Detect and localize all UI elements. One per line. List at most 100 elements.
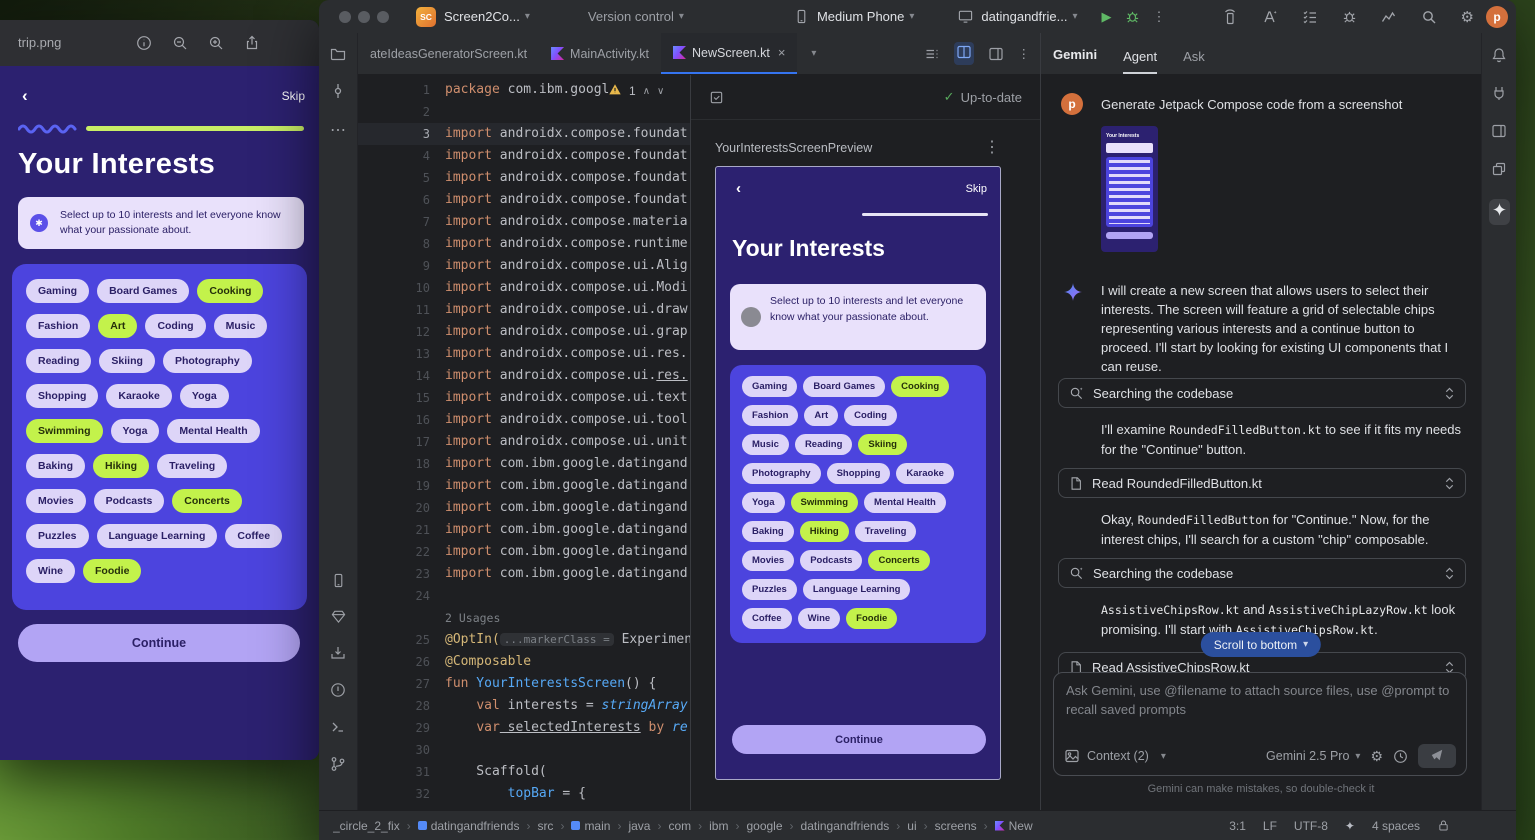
zoom-out-icon[interactable] xyxy=(172,35,188,51)
interest-chip[interactable]: Wine xyxy=(798,608,841,629)
code-line[interactable]: 26@Composable xyxy=(358,651,690,673)
interest-chip[interactable]: Gaming xyxy=(742,376,797,397)
indent-setting[interactable]: 4 spaces xyxy=(1372,819,1420,833)
send-button[interactable] xyxy=(1418,744,1456,768)
tab-dateideasgeneratorscreen[interactable]: ateIdeasGeneratorScreen.kt xyxy=(358,33,539,74)
zoom-in-icon[interactable] xyxy=(208,35,224,51)
code-line[interactable]: 2 xyxy=(358,101,690,123)
interest-chip[interactable]: Board Games xyxy=(803,376,885,397)
code-line[interactable]: 19import com.ibm.google.datingand xyxy=(358,475,690,497)
code-line[interactable]: 6import androidx.compose.foundat xyxy=(358,189,690,211)
preview-menu-icon[interactable]: ⋮ xyxy=(984,137,1000,157)
code-line[interactable]: 22import com.ibm.google.datingand xyxy=(358,541,690,563)
next-problem-icon[interactable]: ∨ xyxy=(657,86,664,97)
interest-chip[interactable]: Hiking xyxy=(800,521,849,542)
interest-chip[interactable]: Traveling xyxy=(855,521,917,542)
search-everywhere-icon[interactable] xyxy=(1421,9,1437,25)
prev-problem-icon[interactable]: ∧ xyxy=(643,86,650,97)
minimize-button[interactable] xyxy=(358,11,370,23)
code-line[interactable]: 13import androidx.compose.ui.res. xyxy=(358,343,690,365)
device-selector[interactable]: Medium Phone xyxy=(817,9,904,24)
interest-chip[interactable]: Karaoke xyxy=(896,463,954,484)
app-insights-icon[interactable] xyxy=(1342,9,1357,24)
notifications-bell-icon[interactable] xyxy=(1491,47,1507,63)
problems-icon[interactable] xyxy=(330,682,346,698)
interest-chip[interactable]: Swimming xyxy=(791,492,859,513)
interest-chip[interactable]: Foodie xyxy=(846,608,897,629)
tab-newscreen[interactable]: NewScreen.kt × xyxy=(661,33,797,74)
code-line[interactable]: 3import androidx.compose.foundat xyxy=(358,123,690,145)
interest-chip[interactable]: Photography xyxy=(742,463,821,484)
code-line[interactable]: 16import androidx.compose.ui.tool xyxy=(358,409,690,431)
breadcrumb-item[interactable]: com xyxy=(668,819,691,833)
interest-chip[interactable]: Music xyxy=(742,434,789,455)
code-line[interactable]: 24 xyxy=(358,585,690,607)
device-streaming-icon[interactable] xyxy=(1222,9,1238,25)
code-line[interactable]: 20import com.ibm.google.datingand xyxy=(358,497,690,519)
readonly-lock-icon[interactable] xyxy=(1437,819,1450,832)
terminal-icon[interactable] xyxy=(330,719,346,735)
tool-call-search-1[interactable]: Searching the codebase xyxy=(1058,378,1466,408)
more-tool-windows-icon[interactable]: ⋯ xyxy=(330,120,346,140)
screenshot-thumbnail[interactable]: Your Interests xyxy=(1101,126,1158,252)
info-icon[interactable] xyxy=(136,35,152,51)
scroll-to-bottom-button[interactable]: Scroll to bottom ▾ xyxy=(1201,632,1321,657)
close-button[interactable] xyxy=(339,11,351,23)
breadcrumb-item[interactable]: New xyxy=(995,819,1033,833)
code-line[interactable]: 23import com.ibm.google.datingand xyxy=(358,563,690,585)
breadcrumb-item[interactable]: google xyxy=(746,819,782,833)
interest-chip[interactable]: Puzzles xyxy=(742,579,797,600)
interest-chip[interactable]: Concerts xyxy=(868,550,929,571)
skip-button[interactable]: Skip xyxy=(966,183,987,195)
interest-chip[interactable]: Coffee xyxy=(742,608,792,629)
tab-options-icon[interactable]: ⋮ xyxy=(1018,46,1031,61)
interest-chip[interactable]: Reading xyxy=(795,434,852,455)
profiler-icon[interactable] xyxy=(1381,9,1397,25)
breadcrumb-item[interactable]: main xyxy=(571,819,610,833)
file-encoding[interactable]: UTF-8 xyxy=(1294,819,1328,833)
settings-gear-icon[interactable]: ⚙ xyxy=(1461,8,1474,26)
interest-chip[interactable]: Coding xyxy=(844,405,897,426)
code-line[interactable]: 30 xyxy=(358,739,690,761)
user-avatar[interactable]: p xyxy=(1486,6,1508,28)
running-devices-icon[interactable] xyxy=(331,573,346,588)
interest-chip[interactable]: Shopping xyxy=(827,463,891,484)
interest-chip[interactable]: Baking xyxy=(742,521,794,542)
project-selector[interactable]: Screen2Co... xyxy=(444,9,520,24)
vcs-widget[interactable]: Version control xyxy=(588,9,674,24)
ui-check-icon[interactable] xyxy=(709,90,724,105)
git-branch-icon[interactable] xyxy=(330,756,346,772)
code-line[interactable]: 28 val interests = stringArray xyxy=(358,695,690,717)
code-line[interactable]: 5import androidx.compose.foundat xyxy=(358,167,690,189)
interest-chip[interactable]: Art xyxy=(804,405,838,426)
interest-chip[interactable]: Mental Health xyxy=(864,492,946,513)
tab-mainactivity[interactable]: MainActivity.kt xyxy=(539,33,661,74)
code-editor[interactable]: 1package com.ibm.googl23import androidx.… xyxy=(358,75,690,810)
device-explorer-icon[interactable] xyxy=(1491,85,1507,101)
expand-collapse-icon[interactable] xyxy=(1444,387,1455,400)
breadcrumb-item[interactable]: ui xyxy=(907,819,916,833)
code-line[interactable]: 32 topBar = { xyxy=(358,783,690,805)
code-line[interactable]: 10import androidx.compose.ui.Modi xyxy=(358,277,690,299)
line-separator[interactable]: LF xyxy=(1263,819,1277,833)
code-line[interactable]: 12import androidx.compose.ui.grap xyxy=(358,321,690,343)
gemini-settings-icon[interactable]: ⚙ xyxy=(1370,748,1383,765)
interest-chip[interactable]: Skiing xyxy=(858,434,907,455)
gemini-status-icon[interactable]: ✦ xyxy=(1345,819,1355,833)
code-line[interactable]: 14import androidx.compose.ui.res. xyxy=(358,365,690,387)
breadcrumb-item[interactable]: ibm xyxy=(709,819,728,833)
code-line[interactable]: 17import androidx.compose.ui.unit xyxy=(358,431,690,453)
interest-chip[interactable]: Movies xyxy=(742,550,794,571)
tab-ask[interactable]: Ask xyxy=(1183,49,1205,74)
preview-layout-icon[interactable] xyxy=(988,46,1004,62)
zoom-button[interactable] xyxy=(377,11,389,23)
breadcrumb-item[interactable]: _circle_2_fix xyxy=(333,819,400,833)
breadcrumb-item[interactable]: src xyxy=(537,819,553,833)
gemini-tool-icon[interactable] xyxy=(1489,199,1510,225)
tool-call-search-2[interactable]: Searching the codebase xyxy=(1058,558,1466,588)
interest-chip[interactable]: Language Learning xyxy=(803,579,911,600)
build-tool-icon[interactable] xyxy=(1491,123,1507,139)
editor-list-icon[interactable] xyxy=(924,46,940,62)
code-line[interactable]: 11import androidx.compose.ui.draw xyxy=(358,299,690,321)
caret-position[interactable]: 3:1 xyxy=(1229,819,1246,833)
